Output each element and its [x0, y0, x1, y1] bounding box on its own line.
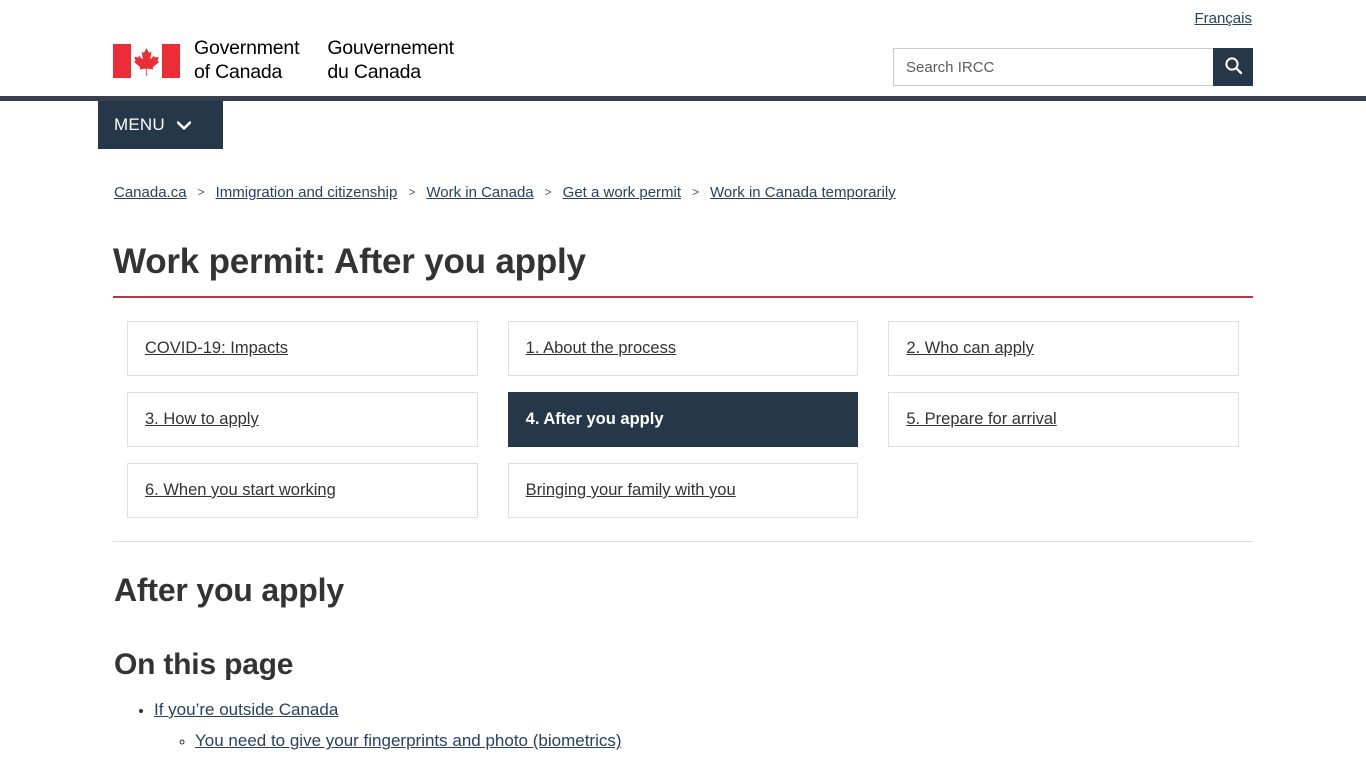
step-tile-3[interactable]: 3. How to apply	[127, 392, 478, 447]
breadcrumb-item-4[interactable]: Work in Canada temporarily	[710, 182, 896, 203]
page-title: Work permit: After you apply	[113, 242, 1253, 298]
step-link-6[interactable]: 6. When you start working	[145, 481, 336, 500]
step-link-3[interactable]: 3. How to apply	[145, 410, 259, 429]
on-this-page-link-0[interactable]: If you’re outside Canada	[154, 700, 338, 719]
step-navigation: COVID-19: Impacts 1. About the process 2…	[113, 298, 1253, 518]
site-search	[893, 48, 1253, 86]
canada-flag-icon	[113, 43, 180, 78]
on-this-page-heading: On this page	[114, 648, 294, 681]
breadcrumb: Canada.ca > Immigration and citizenship …	[113, 153, 1253, 203]
step-tile-4-active[interactable]: 4. After you apply	[507, 392, 859, 447]
search-input[interactable]	[893, 48, 1213, 86]
on-this-page-sublist: You need to give your fingerprints and p…	[154, 727, 1253, 754]
step-tile-0[interactable]: COVID-19: Impacts	[127, 321, 478, 376]
section-divider	[113, 541, 1253, 542]
wordmark-en-line1: Government	[194, 37, 300, 59]
step-tile-2[interactable]: 2. Who can apply	[888, 321, 1239, 376]
breadcrumb-item-2[interactable]: Work in Canada	[426, 182, 533, 203]
step-link-0[interactable]: COVID-19: Impacts	[145, 339, 288, 358]
list-item: If you’re outside Canada You need to giv…	[154, 696, 1253, 754]
step-link-2[interactable]: 2. Who can apply	[906, 339, 1034, 358]
breadcrumb-item-0[interactable]: Canada.ca	[114, 182, 187, 203]
step-tile-placeholder	[888, 463, 1239, 518]
step-link-5[interactable]: 5. Prepare for arrival	[906, 410, 1056, 429]
government-of-canada-brand[interactable]: Government of Canada Gouvernement du Can…	[113, 37, 454, 85]
step-link-4[interactable]: 4. After you apply	[526, 410, 664, 429]
step-tile-7[interactable]: Bringing your family with you	[507, 463, 859, 518]
step-tile-1[interactable]: 1. About the process	[507, 321, 859, 376]
list-item: You need to give your fingerprints and p…	[195, 727, 1253, 754]
chevron-down-icon	[176, 115, 192, 135]
breadcrumb-separator: >	[408, 185, 416, 200]
step-tile-5[interactable]: 5. Prepare for arrival	[888, 392, 1239, 447]
menu-button[interactable]: MENU	[98, 101, 223, 149]
breadcrumb-separator: >	[197, 185, 205, 200]
section-heading: After you apply	[114, 572, 344, 608]
global-header: Français Government of Canada Gouverneme…	[0, 0, 1366, 101]
wordmark-fr-line2: du Canada	[327, 60, 421, 83]
on-this-page-list: If you’re outside Canada You need to giv…	[113, 696, 1253, 754]
wordmark-fr-line1: Gouvernement	[327, 37, 454, 59]
language-toggle-francais[interactable]: Français	[1194, 10, 1252, 27]
step-tile-6[interactable]: 6. When you start working	[127, 463, 478, 518]
menu-button-label: MENU	[114, 115, 165, 134]
step-link-1[interactable]: 1. About the process	[526, 339, 676, 358]
search-button[interactable]	[1213, 48, 1253, 86]
wordmark: Government of Canada Gouvernement du Can…	[194, 37, 454, 85]
breadcrumb-separator: >	[544, 185, 552, 200]
wordmark-french: Gouvernement du Canada	[327, 37, 454, 85]
step-link-7[interactable]: Bringing your family with you	[526, 481, 736, 500]
main-menu-bar: MENU	[0, 101, 1366, 153]
main-content: Canada.ca > Immigration and citizenship …	[113, 153, 1253, 754]
breadcrumb-separator: >	[692, 185, 700, 200]
wordmark-en-line2: of Canada	[194, 60, 283, 83]
language-selection: Français	[1194, 10, 1252, 28]
search-icon	[1224, 56, 1243, 78]
breadcrumb-item-1[interactable]: Immigration and citizenship	[216, 182, 398, 203]
wordmark-english: Government of Canada	[194, 37, 300, 85]
on-this-page-sublink-0[interactable]: You need to give your fingerprints and p…	[195, 731, 622, 750]
breadcrumb-item-3[interactable]: Get a work permit	[563, 182, 681, 203]
